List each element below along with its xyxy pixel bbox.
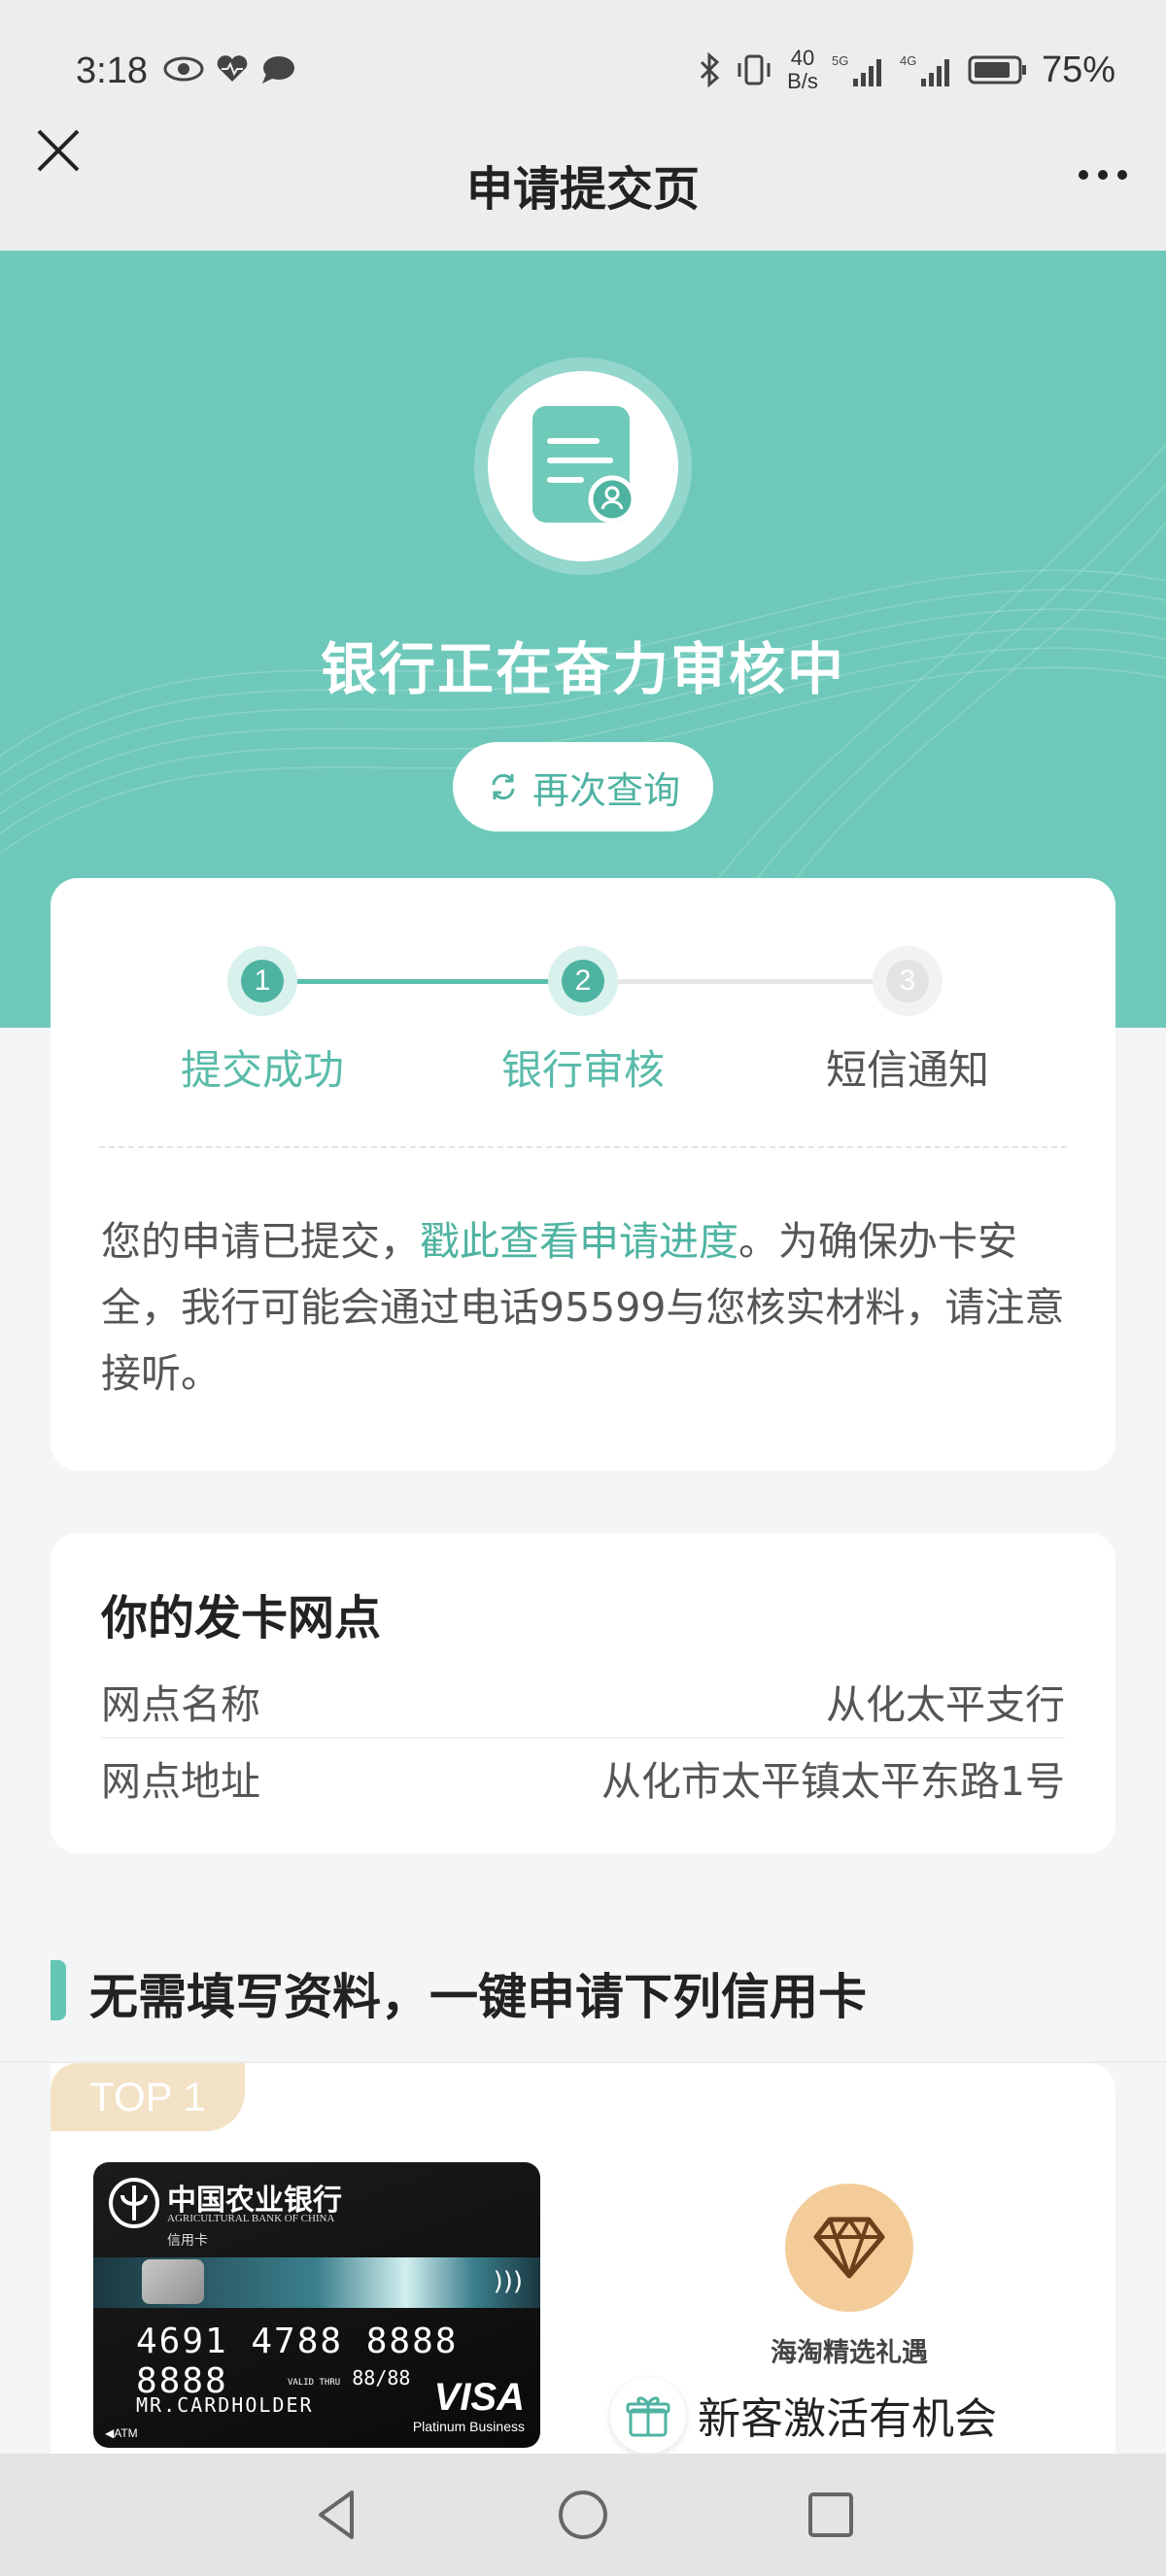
- step-1-dot: 1: [227, 946, 297, 1016]
- card-type: 信用卡: [167, 2233, 208, 2249]
- abc-bank-logo: [109, 2178, 159, 2228]
- document-user-icon: [532, 406, 636, 524]
- branch-name-label: 网点名称: [101, 1681, 260, 1728]
- battery-icon: [968, 55, 1026, 85]
- more-icon: [1079, 170, 1088, 180]
- card-valid-thru: VALID THRU 88/88: [288, 2366, 411, 2390]
- battery-percent: 75%: [1041, 49, 1115, 90]
- step-3-dot: 3: [873, 946, 943, 1016]
- signal-4g-icon: 4G: [900, 53, 949, 86]
- svg-text:4G: 4G: [900, 53, 916, 68]
- card-holder: MR.CARDHOLDER: [136, 2393, 314, 2417]
- issuing-branch-card: 你的发卡网点 网点名称 从化太平支行 网点地址 从化市太平镇太平东路1号: [51, 1533, 1115, 1853]
- status-left-icons: [163, 54, 295, 85]
- section-accent-bar: [51, 1960, 66, 2020]
- card-chip: [142, 2259, 204, 2304]
- page-title: 申请提交页: [465, 162, 700, 217]
- step-line-done: [262, 979, 583, 984]
- branch-address-value: 从化市太平镇太平东路1号: [600, 1758, 1065, 1805]
- more-button[interactable]: [1069, 155, 1137, 194]
- branch-title: 你的发卡网点: [101, 1591, 382, 1645]
- network-speed: 40 B/s: [787, 46, 818, 93]
- signal-5g-icon: 5G: [832, 53, 881, 86]
- visa-tier: Platinum Business: [412, 2419, 525, 2434]
- gift-icon: [626, 2396, 670, 2437]
- recommend-section-title: 无需填写资料，一键申请下列信用卡: [89, 1969, 867, 2025]
- gift-label: 海淘精选礼遇: [771, 2338, 928, 2368]
- eye-icon: [163, 56, 204, 82]
- message-bubble-icon: [262, 56, 294, 84]
- gift-box-badge: [610, 2378, 686, 2454]
- svg-text:5G: 5G: [832, 53, 848, 68]
- gift-badge: [785, 2184, 913, 2312]
- atm-mark: ◀ATM: [105, 2426, 138, 2440]
- bluetooth-icon: [701, 52, 720, 87]
- credit-card-image[interactable]: 中国农业银行 AGRICULTURAL BANK OF CHINA 信用卡 ))…: [93, 2162, 540, 2448]
- contactless-icon: ))): [493, 2267, 523, 2296]
- branch-address-label: 网点地址: [101, 1758, 260, 1805]
- card-bank-name-en: AGRICULTURAL BANK OF CHINA: [167, 2213, 335, 2224]
- branch-name-row: 网点名称 从化太平支行: [101, 1665, 1065, 1739]
- back-triangle-icon: [319, 2491, 354, 2539]
- home-button[interactable]: [549, 2481, 617, 2549]
- recents-square-icon: [808, 2492, 853, 2537]
- requery-label: 再次查询: [532, 768, 680, 812]
- branch-address-row: 网点地址 从化市太平镇太平东路1号: [101, 1741, 1065, 1814]
- view-progress-link[interactable]: 戳此查看申请进度: [420, 1218, 738, 1265]
- refresh-icon: [492, 773, 515, 800]
- step-1-label: 提交成功: [180, 1046, 344, 1094]
- dashed-divider: [99, 1146, 1067, 1148]
- status-time: 3:18: [76, 51, 148, 91]
- health-heart-icon: [217, 55, 248, 82]
- home-circle-icon: [559, 2491, 607, 2539]
- step-3-label: 短信通知: [825, 1046, 989, 1094]
- vibrate-icon: [737, 54, 771, 85]
- status-bar: 3:18 40 B/s 5G 4G 75%: [0, 0, 1166, 146]
- diamond-icon: [813, 2217, 885, 2279]
- top-rank-badge: TOP 1: [51, 2063, 245, 2131]
- step-2-label: 银行审核: [500, 1046, 665, 1094]
- status-document-badge: [488, 371, 678, 561]
- back-button[interactable]: [303, 2481, 371, 2549]
- branch-name-value: 从化太平支行: [826, 1681, 1065, 1728]
- recommended-card-item[interactable]: TOP 1 中国农业银行 AGRICULTURAL BANK OF CHINA …: [51, 2063, 1115, 2471]
- system-navigation-bar: [0, 2454, 1166, 2576]
- activate-promo-text: 新客激活有机会: [698, 2394, 997, 2444]
- progress-card: 1 2 3 提交成功 银行审核 短信通知 您的申请已提交，戳此查看申请进度。为确…: [51, 878, 1115, 1471]
- step-2-dot: 2: [548, 946, 618, 1016]
- application-notice: 您的申请已提交，戳此查看申请进度。为确保办卡安全，我行可能会通过电话95599与…: [101, 1218, 1065, 1397]
- recents-button[interactable]: [797, 2481, 865, 2549]
- review-status-title: 银行正在奋力审核中: [320, 636, 845, 702]
- step-line-todo: [583, 979, 908, 984]
- status-right: 40 B/s 5G 4G 75%: [698, 47, 1115, 93]
- visa-logo: VISA: [433, 2376, 525, 2419]
- requery-button[interactable]: 再次查询: [453, 742, 713, 831]
